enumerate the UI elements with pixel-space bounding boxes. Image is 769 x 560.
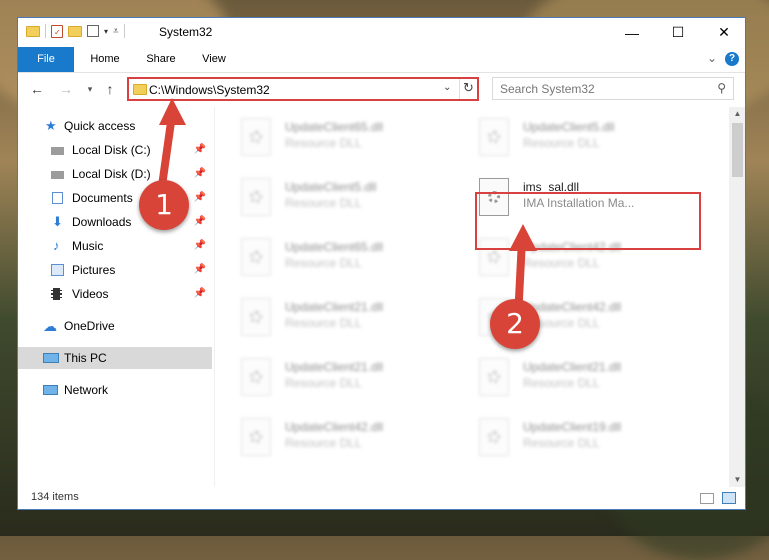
- arrow-1-head: [159, 98, 186, 125]
- arrow-2-head: [509, 224, 537, 251]
- step-marker-1: 1: [139, 180, 189, 230]
- step-marker-2: 2: [490, 299, 540, 349]
- annotation-arrows: [156, 98, 537, 319]
